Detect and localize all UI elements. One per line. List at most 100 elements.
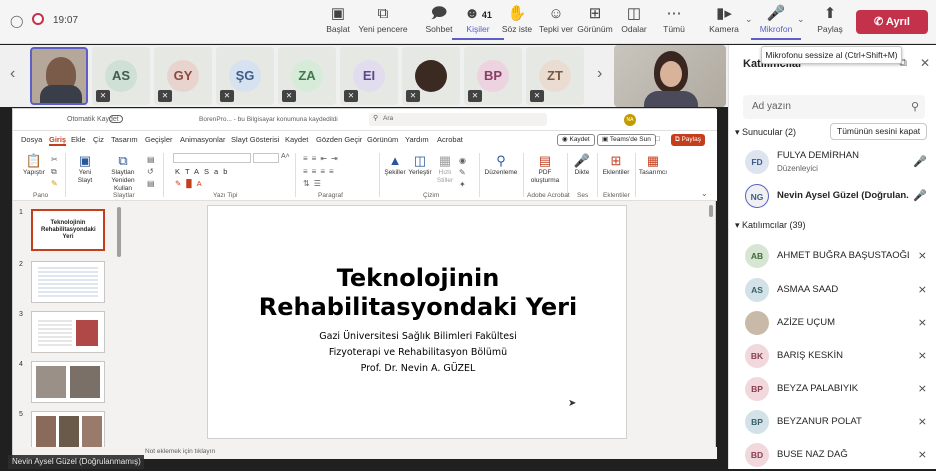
teams-present-button[interactable]: ▣ Teams'de Sun <box>597 134 656 146</box>
slide-scrollbar[interactable] <box>709 205 713 217</box>
thumbnail-scrollbar[interactable] <box>117 207 121 257</box>
font-color-icons[interactable]: ✎█A <box>175 179 207 188</box>
tab-yardim[interactable]: Yardım <box>405 135 429 144</box>
shapes-button[interactable]: ▲ Şekiller <box>383 153 407 177</box>
tab-gecisler[interactable]: Geçişler <box>145 135 173 144</box>
avatar: EI <box>353 60 385 92</box>
font-format-icons[interactable]: KTASab <box>175 167 232 176</box>
tab-ekle[interactable]: Ekle <box>71 135 86 144</box>
editing-button[interactable]: ⚲ Düzenleme <box>483 153 519 177</box>
share-icon: ⬆ <box>823 5 837 22</box>
avatar: BP <box>477 60 509 92</box>
copy-icon[interactable]: ⧉ <box>51 167 57 177</box>
font-size-select[interactable] <box>253 153 279 163</box>
new-window-button[interactable]: ⧉ Yeni pencere <box>357 4 409 40</box>
section-icon[interactable]: ▤ <box>147 179 155 188</box>
video-tile[interactable]: EI ⨯ <box>340 47 398 105</box>
camera-button[interactable]: ▮▸ Kamera <box>698 4 750 40</box>
create-pdf-button[interactable]: ▤ PDF oluşturma <box>527 153 563 185</box>
shape-fill-icons[interactable]: ◉ ✎ ✦ <box>459 155 466 191</box>
video-tile[interactable]: ŞG ⨯ <box>216 47 274 105</box>
presenters-section-header[interactable]: ▾ Sunucular (2) <box>735 127 796 138</box>
align-icon[interactable]: ≡≡≡≡ <box>303 167 338 176</box>
video-tile[interactable]: ZA ⨯ <box>278 47 336 105</box>
ppt-share-button[interactable]: ⧉ Paylaş <box>671 134 705 146</box>
avatar: BP <box>745 410 769 434</box>
shield-icon: ◯ <box>10 14 24 28</box>
participant-row[interactable]: FD FULYA DEMİRHAN Düzenleyici 🎤 <box>729 146 936 178</box>
reset-icon[interactable]: ↺ <box>147 167 154 176</box>
video-tile[interactable]: BP ⨯ <box>464 47 522 105</box>
attendees-section-header[interactable]: ▾ Katılımcılar (39) <box>735 220 806 231</box>
layout-icon[interactable]: ▤ <box>147 155 155 164</box>
participant-row[interactable]: BP BEYZANUR POLAT ⨯ <box>729 406 936 438</box>
slide-thumbnail[interactable] <box>31 311 105 353</box>
tab-gorunum[interactable]: Görünüm <box>367 135 398 144</box>
microphone-button[interactable]: 🎤 Mikrofon <box>751 4 801 40</box>
avatar: FD <box>745 150 769 174</box>
cut-icon[interactable]: ✂ <box>51 155 58 164</box>
video-tile[interactable]: AS ⨯ <box>92 47 150 105</box>
line-spacing-icon[interactable]: ⇅☰ <box>303 179 325 188</box>
addins-button[interactable]: ⊞ Eklentiler <box>601 153 631 177</box>
participants-panel: Katılımcılar ⧉ ✕ Ad yazın ⚲ ▾ Sunucular … <box>728 45 936 469</box>
quick-styles-button[interactable]: ▦ Hızlı Stiller <box>433 153 457 185</box>
user-avatar[interactable]: NA <box>624 114 636 126</box>
participant-row[interactable]: BP BEYZA PALABIYIK ⨯ <box>729 373 936 405</box>
tab-acrobat[interactable]: Acrobat <box>437 135 463 144</box>
font-name-select[interactable] <box>173 153 251 163</box>
ppt-search-box[interactable]: ⚲ Ara <box>369 113 547 126</box>
slide-canvas[interactable]: Teknolojinin Rehabilitasyondaki Yeri Gazi… <box>207 205 627 439</box>
tab-kaydet[interactable]: Kaydet <box>285 135 308 144</box>
mute-all-button[interactable]: Tümünün sesini kapat <box>830 123 928 140</box>
mic-muted-icon: ⨯ <box>917 416 927 428</box>
reuse-slides-button[interactable]: ⧉ Slaytları Yeniden Kullan <box>103 153 143 193</box>
microphone-icon: 🎤 <box>913 156 927 168</box>
participant-row[interactable]: AZİZE UÇUM ⨯ <box>729 307 936 339</box>
bullets-icon[interactable]: ≡≡⇤⇥ <box>303 154 342 163</box>
share-button[interactable]: ⬆ Paylaş <box>804 4 856 40</box>
video-tile[interactable]: ⨯ <box>402 47 460 105</box>
tab-slayt-gosterisi[interactable]: Slayt Gösterisi <box>231 135 279 144</box>
group-label: Ses <box>577 192 589 199</box>
participant-row[interactable]: AS ASMAA SAAD ⨯ <box>729 274 936 306</box>
video-tile[interactable]: GY ⨯ <box>154 47 212 105</box>
tab-ciz[interactable]: Çiz <box>93 135 104 144</box>
participant-search-input[interactable]: Ad yazın ⚲ <box>743 95 925 119</box>
mic-muted-icon: ⨯ <box>917 350 927 362</box>
video-tile[interactable] <box>30 47 88 105</box>
new-slide-icon: ▣ <box>78 153 92 168</box>
new-slide-button[interactable]: ▣ Yeni Slayt <box>71 153 99 185</box>
participant-row[interactable]: AB AHMET BUĞRA BAŞUSTAOĞLU ⨯ <box>729 240 936 272</box>
slide-title: Teknolojinin Rehabilitasyondaki Yeri <box>258 264 578 321</box>
more-button[interactable]: ⋯ Tümü <box>648 4 700 40</box>
dictate-button[interactable]: 🎤 Dikte <box>571 153 593 177</box>
format-painter-icon[interactable]: ✎ <box>51 179 58 188</box>
gallery-prev-icon[interactable]: ‹ <box>10 65 15 83</box>
gallery-next-icon[interactable]: › <box>597 65 602 83</box>
slide-thumbnail[interactable]: Teknolojinin Rehabilitasyondaki Yeri <box>31 209 105 251</box>
participant-row[interactable]: BD BUSE NAZ DAĞ ⨯ <box>729 439 936 471</box>
slide-thumbnail[interactable] <box>31 261 105 303</box>
slide-thumbnail[interactable] <box>31 361 105 403</box>
participant-row[interactable]: NG Nevin Aysel Güzel (Doğrulan... 🎤 <box>729 180 936 212</box>
tab-dosya[interactable]: Dosya <box>21 135 42 144</box>
ppt-save-button[interactable]: ◉ Kaydet <box>557 134 595 146</box>
participant-row[interactable]: BK BARIŞ KESKİN ⨯ <box>729 340 936 372</box>
powerpoint-window: Otomatik Kaydet BorenPro... - bu Bilgisa… <box>12 108 717 459</box>
arrange-button[interactable]: ◫ Yerleştir <box>407 153 433 177</box>
autosave-toggle[interactable] <box>109 115 123 123</box>
grow-font-icon[interactable]: A˄ <box>281 153 290 160</box>
tab-tasarim[interactable]: Tasarım <box>111 135 138 144</box>
tab-giris[interactable]: Giriş <box>49 135 67 146</box>
active-speaker-video[interactable] <box>614 45 726 107</box>
video-tile[interactable]: ZT ⨯ <box>526 47 584 105</box>
tab-gozden-gecir[interactable]: Gözden Geçir <box>316 135 362 144</box>
collapse-ribbon-icon[interactable]: ⌄ <box>701 189 708 198</box>
leave-button[interactable]: ✆ Ayrıl <box>856 10 928 34</box>
comments-icon[interactable]: □ <box>655 134 660 143</box>
tab-animasyonlar[interactable]: Animasyonlar <box>180 135 225 144</box>
designer-button[interactable]: ▦ Tasarımcı <box>637 153 669 177</box>
close-icon[interactable]: ✕ <box>920 56 930 70</box>
paste-button[interactable]: 📋 Yapıştır <box>19 153 49 177</box>
